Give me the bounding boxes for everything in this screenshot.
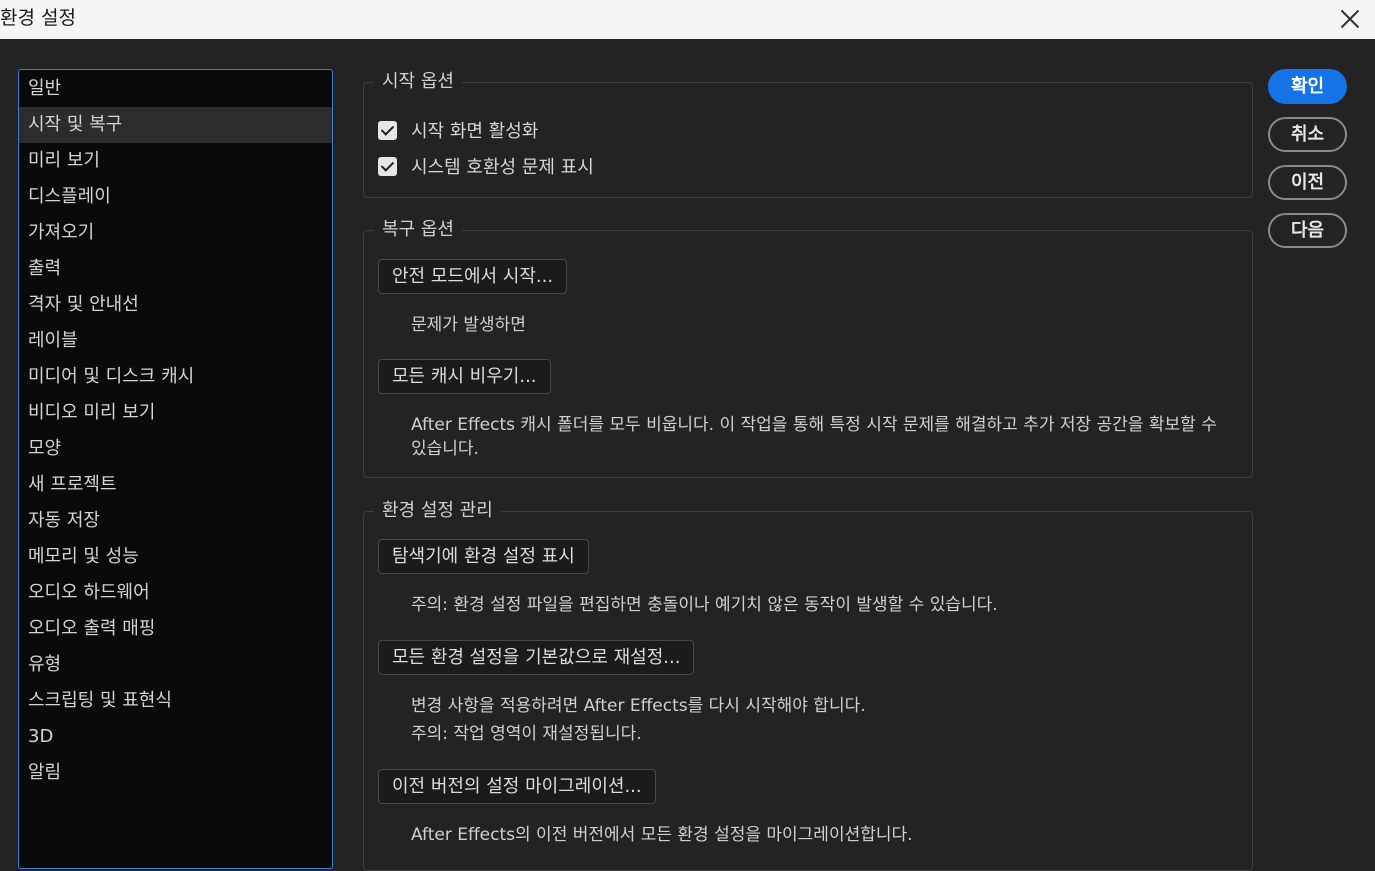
clear-all-cache-button[interactable]: 모든 캐시 비우기... [378,359,551,394]
checkbox-checked-icon[interactable] [378,120,397,140]
preferences-management-legend: 환경 설정 관리 [374,498,501,524]
sidebar-item-labels[interactable]: 레이블 [19,323,332,359]
next-button[interactable]: 다음 [1268,213,1347,248]
sidebar-item-import[interactable]: 가져오기 [19,215,332,251]
ok-button[interactable]: 확인 [1268,69,1347,104]
preferences-management-group: 환경 설정 관리 탐색기에 환경 설정 표시 주의: 환경 설정 파일을 편집하… [363,498,1253,871]
sidebar-item-previews[interactable]: 미리 보기 [19,143,332,179]
migrate-settings-description: After Effects의 이전 버전에서 모든 환경 설정을 마이그레이션합… [411,825,913,845]
start-safe-mode-button[interactable]: 안전 모드에서 시작... [378,259,568,294]
reveal-preferences-button[interactable]: 탐색기에 환경 설정 표시 [378,539,589,574]
recovery-options-group: 복구 옵션 안전 모드에서 시작... 문제가 발생하면 모든 캐시 비우기..… [363,217,1253,478]
sidebar-item-audio-hardware[interactable]: 오디오 하드웨어 [19,575,332,611]
sidebar-item-grids-guides[interactable]: 격자 및 안내선 [19,287,332,323]
startup-options-group: 시작 옵션 시작 화면 활성화 시스템 호환성 문제 표시 [363,69,1253,198]
sidebar-item-general[interactable]: 일반 [19,71,332,107]
show-compatibility-issues-label: 시스템 호환성 문제 표시 [411,157,594,178]
sidebar-item-startup-repair[interactable]: 시작 및 복구 [19,107,332,143]
previous-button[interactable]: 이전 [1268,165,1347,200]
show-compatibility-issues-checkbox[interactable]: 시스템 호환성 문제 표시 [378,155,594,178]
sidebar-item-appearance[interactable]: 모양 [19,431,332,467]
window-title: 환경 설정 [0,7,76,29]
sidebar-item-audio-output-mapping[interactable]: 오디오 출력 매핑 [19,611,332,647]
sidebar-item-scripting-expressions[interactable]: 스크립팅 및 표현식 [19,683,332,719]
sidebar-item-new-project[interactable]: 새 프로젝트 [19,467,332,503]
reset-preferences-button[interactable]: 모든 환경 설정을 기본값으로 재설정... [378,640,695,675]
sidebar-item-output[interactable]: 출력 [19,251,332,287]
clear-cache-description: After Effects 캐시 폴더를 모두 비웁니다. 이 작업을 통해 특… [411,415,1217,459]
category-list[interactable]: 일반 시작 및 복구 미리 보기 디스플레이 가져오기 출력 격자 및 안내선 … [18,69,333,869]
close-icon[interactable] [1339,8,1361,30]
startup-options-legend: 시작 옵션 [374,69,462,95]
enable-home-screen-label: 시작 화면 활성화 [411,121,539,142]
reveal-preferences-description: 주의: 환경 설정 파일을 편집하면 충돌이나 예기치 않은 동작이 발생할 수… [411,595,998,615]
sidebar-item-auto-save[interactable]: 자동 저장 [19,503,332,539]
sidebar-item-type[interactable]: 유형 [19,647,332,683]
sidebar-item-memory-performance[interactable]: 메모리 및 성능 [19,539,332,575]
reset-preferences-description-1: 변경 사항을 적용하려면 After Effects를 다시 시작해야 합니다. [411,696,866,716]
sidebar-item-notifications[interactable]: 알림 [19,755,332,791]
sidebar-item-media-disk-cache[interactable]: 미디어 및 디스크 캐시 [19,359,332,395]
title-bar: 환경 설정 [0,0,1375,39]
recovery-options-legend: 복구 옵션 [374,217,462,243]
reset-preferences-description-2: 주의: 작업 영역이 재설정됩니다. [411,724,642,744]
safe-mode-description: 문제가 발생하면 [411,315,526,335]
checkbox-checked-icon[interactable] [378,156,397,176]
sidebar-item-3d[interactable]: 3D [19,719,332,755]
cancel-button[interactable]: 취소 [1268,117,1347,152]
migrate-settings-button[interactable]: 이전 버전의 설정 마이그레이션... [378,769,656,804]
enable-home-screen-checkbox[interactable]: 시작 화면 활성화 [378,119,539,142]
sidebar-item-video-preview[interactable]: 비디오 미리 보기 [19,395,332,431]
sidebar-item-display[interactable]: 디스플레이 [19,179,332,215]
